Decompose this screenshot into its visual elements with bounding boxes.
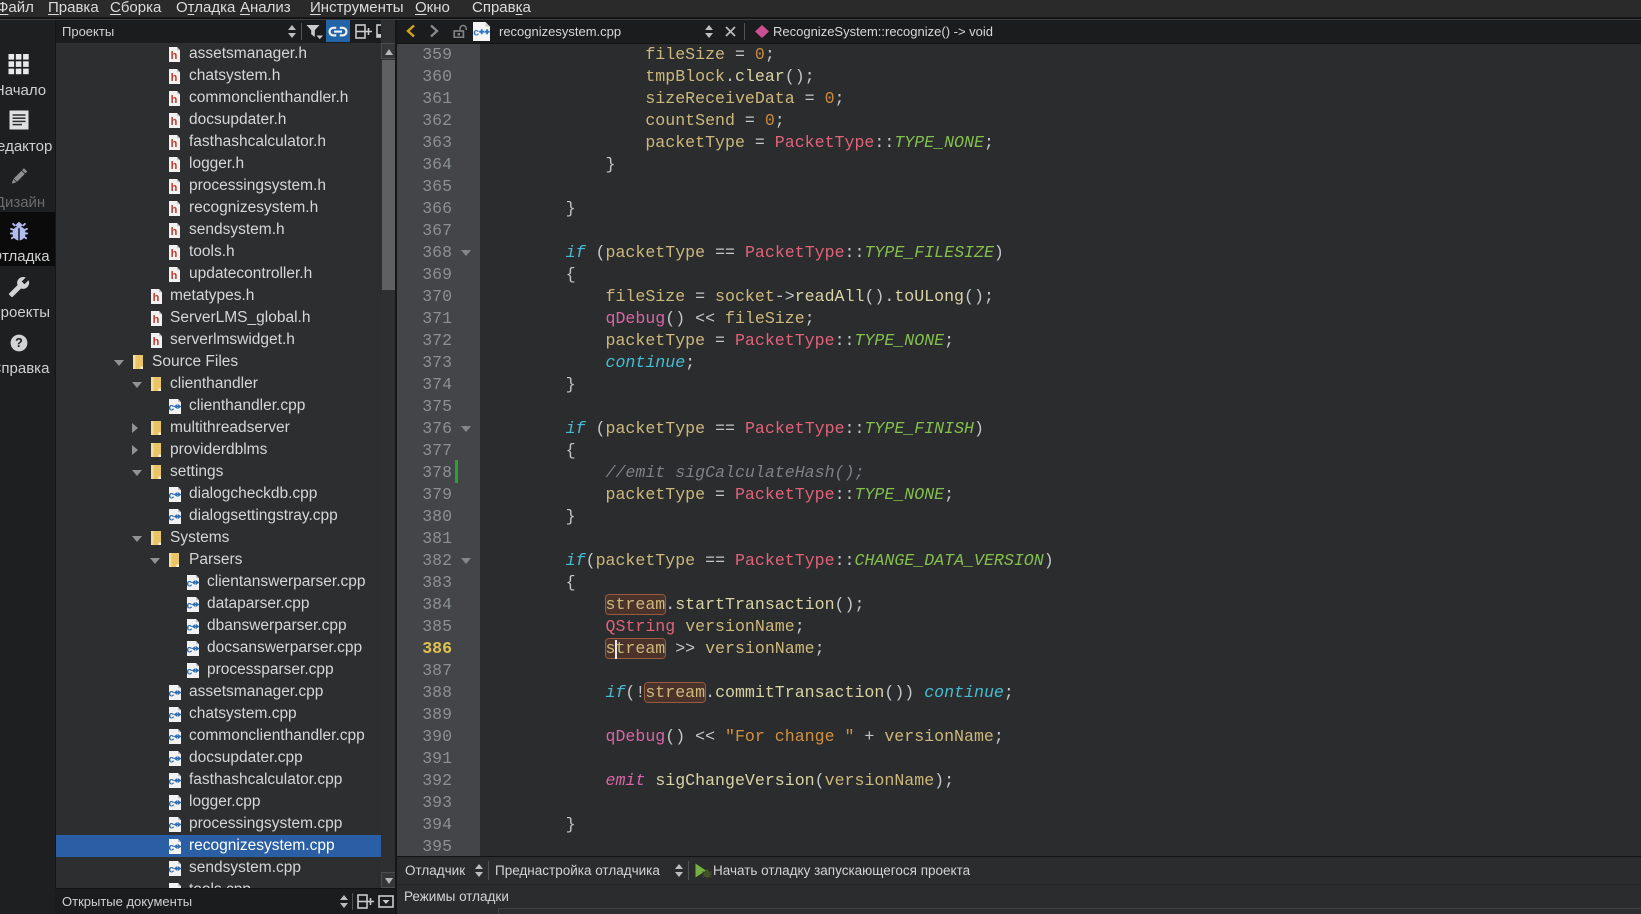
svg-text:h: h <box>171 160 178 172</box>
svg-text:c: c <box>187 643 193 655</box>
svg-text:h: h <box>171 226 178 238</box>
svg-text:c: c <box>169 489 175 501</box>
svg-text:c: c <box>169 731 175 743</box>
svg-text:h: h <box>171 94 178 106</box>
svg-text:c: c <box>169 775 175 787</box>
svg-text:h: h <box>171 72 178 84</box>
svg-text:h: h <box>153 314 160 326</box>
svg-text:h: h <box>171 248 178 260</box>
svg-text:h: h <box>153 292 160 304</box>
svg-text:c: c <box>169 841 175 853</box>
svg-text:c: c <box>169 401 175 413</box>
svg-text:c: c <box>169 863 175 875</box>
svg-text:?: ? <box>15 336 23 350</box>
svg-text:h: h <box>153 336 160 348</box>
svg-text:c: c <box>169 511 175 523</box>
svg-text:c: c <box>473 27 479 39</box>
svg-text:h: h <box>171 116 178 128</box>
svg-text:h: h <box>171 138 178 150</box>
svg-text:c: c <box>169 797 175 809</box>
svg-text:h: h <box>171 50 178 62</box>
svg-text:c: c <box>169 709 175 721</box>
svg-text:c: c <box>187 577 193 589</box>
svg-text:c: c <box>169 819 175 831</box>
svg-text:c: c <box>187 665 193 677</box>
svg-text:h: h <box>171 204 178 216</box>
svg-text:h: h <box>171 182 178 194</box>
svg-text:h: h <box>171 270 178 282</box>
svg-text:c: c <box>169 687 175 699</box>
svg-text:c: c <box>169 753 175 765</box>
svg-text:c: c <box>187 599 193 611</box>
svg-text:c: c <box>187 621 193 633</box>
